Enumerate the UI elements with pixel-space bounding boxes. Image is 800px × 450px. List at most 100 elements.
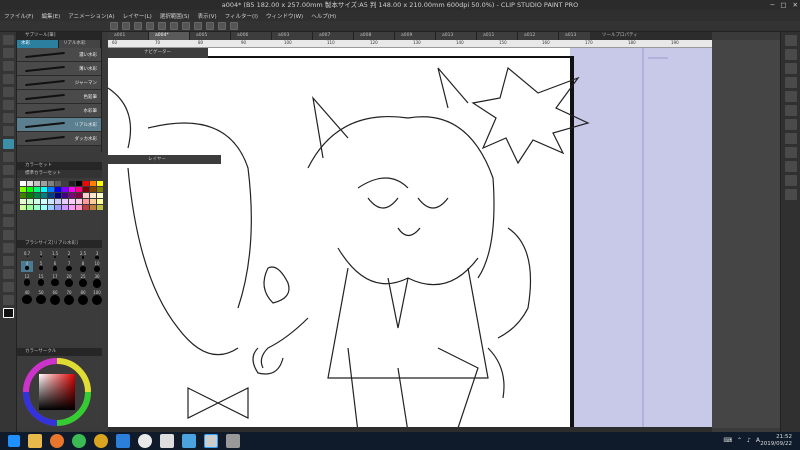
- color-swatch[interactable]: [55, 181, 61, 186]
- file-explorer-icon[interactable]: [28, 434, 42, 448]
- navigator-panel-header[interactable]: ナビゲーター: [108, 48, 208, 58]
- color-swatch[interactable]: [90, 193, 96, 198]
- w-app-icon[interactable]: [138, 434, 152, 448]
- balloon-tool-icon[interactable]: [2, 282, 14, 292]
- tool-property-header[interactable]: ツールプロパティ: [590, 32, 712, 40]
- redo-icon[interactable]: [158, 22, 166, 30]
- brush-tool-icon[interactable]: [2, 139, 14, 149]
- clip-studio-taskbar-icon[interactable]: [160, 434, 174, 448]
- photo-app-icon[interactable]: [182, 434, 196, 448]
- brush-size-option[interactable]: 4: [21, 261, 33, 273]
- color-swatch[interactable]: [76, 181, 82, 186]
- color-swatch[interactable]: [83, 181, 89, 186]
- new-icon[interactable]: [110, 22, 118, 30]
- color-swatch[interactable]: [55, 193, 61, 198]
- decoration-tool-icon[interactable]: [2, 165, 14, 175]
- text-tool-icon[interactable]: [2, 269, 14, 279]
- firefox-icon[interactable]: [50, 434, 64, 448]
- menu-window[interactable]: ウィンドウ(W): [266, 12, 303, 20]
- tab-a001[interactable]: a001: [108, 32, 149, 40]
- tab-a012[interactable]: a012: [518, 32, 559, 40]
- brush-size-option[interactable]: 15: [35, 274, 47, 288]
- tab-a010[interactable]: a013: [436, 32, 477, 40]
- brush-size-option[interactable]: 70: [63, 290, 75, 305]
- pen-tool-icon[interactable]: [2, 113, 14, 123]
- brush-size-option[interactable]: 6: [49, 261, 61, 272]
- brush-item[interactable]: 薄い水彩: [17, 62, 101, 76]
- selection-tool-icon[interactable]: [2, 74, 14, 84]
- canvas-area[interactable]: [108, 48, 712, 432]
- tab-a009[interactable]: a009: [395, 32, 436, 40]
- history-panel-icon[interactable]: [784, 77, 797, 88]
- brush-size-option[interactable]: 5: [35, 261, 47, 272]
- color-swatch[interactable]: [76, 193, 82, 198]
- menu-file[interactable]: ファイル(F): [4, 12, 33, 20]
- color-swatch[interactable]: [90, 181, 96, 186]
- animation-panel-icon[interactable]: [784, 175, 797, 186]
- color-swatch[interactable]: [69, 205, 75, 210]
- zoom-tool-icon[interactable]: [2, 35, 14, 45]
- color-swatch[interactable]: [97, 199, 103, 204]
- brush-size-option[interactable]: 60: [49, 290, 61, 305]
- brush-size-option[interactable]: 30: [91, 274, 103, 288]
- color-swatch[interactable]: [48, 187, 54, 192]
- eraser-tool-icon[interactable]: [2, 178, 14, 188]
- color-swatch[interactable]: [97, 193, 103, 198]
- ruler-tool-icon[interactable]: [2, 256, 14, 266]
- navigator-panel-icon[interactable]: [784, 63, 797, 74]
- brush-item-selected[interactable]: リアル水彩: [17, 118, 101, 132]
- windows-start-icon[interactable]: [8, 435, 20, 447]
- window-app-icon[interactable]: [226, 434, 240, 448]
- auto-action-icon[interactable]: [784, 133, 797, 144]
- open-icon[interactable]: [122, 22, 130, 30]
- color-swatch[interactable]: [20, 205, 26, 210]
- frame-tool-icon[interactable]: [2, 243, 14, 253]
- brush-size-option[interactable]: 12: [21, 274, 33, 288]
- brush-size-option[interactable]: 1: [35, 251, 47, 259]
- color-swatch[interactable]: [83, 193, 89, 198]
- operation-tool-icon[interactable]: [2, 61, 14, 71]
- material-panel-icon[interactable]: [784, 91, 797, 102]
- tab-a006[interactable]: a006: [231, 32, 272, 40]
- brush-size-option[interactable]: 2: [63, 251, 75, 259]
- color-swatch-icon[interactable]: [2, 308, 14, 318]
- volume-icon[interactable]: ♪: [747, 437, 751, 444]
- color-swatch[interactable]: [62, 205, 68, 210]
- color-swatch[interactable]: [41, 193, 47, 198]
- color-swatch[interactable]: [34, 199, 40, 204]
- color-set-name[interactable]: 標準カラーセット: [17, 170, 102, 178]
- color-swatch[interactable]: [27, 199, 33, 204]
- menu-help[interactable]: ヘルプ(H): [311, 12, 336, 20]
- clip-studio-icon[interactable]: [218, 22, 226, 30]
- color-swatch[interactable]: [62, 199, 68, 204]
- color-swatch[interactable]: [90, 187, 96, 192]
- brush-size-option[interactable]: 25: [77, 274, 89, 288]
- brush-item[interactable]: 水彩筆: [17, 104, 101, 118]
- color-swatch[interactable]: [76, 205, 82, 210]
- info-panel-icon[interactable]: [784, 161, 797, 172]
- brush-size-option[interactable]: 20: [63, 274, 75, 288]
- subview-panel-icon[interactable]: [784, 189, 797, 200]
- brush-size-option[interactable]: 8: [77, 261, 89, 272]
- menu-layer[interactable]: レイヤー(L): [123, 12, 152, 20]
- maximize-button[interactable]: □: [780, 0, 786, 10]
- canvas-drawing[interactable]: [108, 48, 712, 432]
- color-swatch[interactable]: [76, 187, 82, 192]
- close-button[interactable]: ✕: [793, 0, 798, 10]
- color-swatch[interactable]: [62, 193, 68, 198]
- color-swatch[interactable]: [62, 187, 68, 192]
- brush-size-option[interactable]: 0.7: [21, 251, 33, 259]
- color-swatch[interactable]: [20, 181, 26, 186]
- color-swatch[interactable]: [90, 205, 96, 210]
- color-swatch[interactable]: [48, 205, 54, 210]
- color-swatch[interactable]: [34, 205, 40, 210]
- color-swatch[interactable]: [27, 193, 33, 198]
- brush-size-option[interactable]: 1.5: [49, 251, 61, 259]
- tab-a011[interactable]: a011: [477, 32, 518, 40]
- item-bank-icon[interactable]: [784, 147, 797, 158]
- color-swatch[interactable]: [90, 199, 96, 204]
- color-swatch[interactable]: [20, 187, 26, 192]
- snap-icon[interactable]: [206, 22, 214, 30]
- tab-a008[interactable]: a008: [354, 32, 395, 40]
- color-swatch[interactable]: [55, 187, 61, 192]
